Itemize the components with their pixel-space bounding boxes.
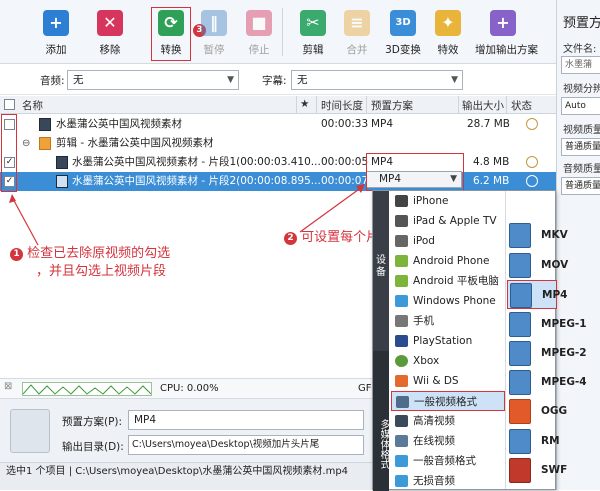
cat-mobile[interactable]: 手机 xyxy=(391,311,505,331)
cat-iphone[interactable]: iPhone xyxy=(391,191,505,211)
swf-icon xyxy=(509,458,531,483)
ipod-icon xyxy=(395,235,408,247)
format-label: MPEG-4 xyxy=(541,376,587,388)
annotation-1-badge: 1 xyxy=(10,248,23,261)
format-mpeg4[interactable]: MPEG-4 xyxy=(507,368,587,397)
cat-label: Windows Phone xyxy=(413,295,496,307)
format-label: MKV xyxy=(541,229,568,241)
format-mov[interactable]: MOV xyxy=(507,251,568,280)
xbox-icon xyxy=(395,355,408,367)
cpu-graph-lines xyxy=(22,384,152,395)
close-x-icon[interactable]: ⊠ xyxy=(4,381,12,392)
format-label: MPEG-1 xyxy=(541,318,587,330)
wii-icon xyxy=(395,375,408,387)
ipad-icon xyxy=(395,215,408,227)
video-file-icon xyxy=(509,253,531,278)
format-label: SWF xyxy=(541,464,568,476)
outdir-input[interactable]: C:\Users\moyea\Desktop\视频加片头片尾 xyxy=(128,435,364,455)
format-rm[interactable]: RM xyxy=(507,427,560,456)
music-note-icon xyxy=(395,455,408,467)
format-label: MPEG-2 xyxy=(541,347,587,359)
format-swf[interactable]: SWF xyxy=(507,456,567,485)
format-mp4[interactable]: MP4 xyxy=(507,280,567,309)
format-ogg[interactable]: OGG xyxy=(507,397,567,426)
cpu-text: CPU: 0.00% xyxy=(160,383,219,394)
phone-icon xyxy=(395,315,408,327)
cat-label: 一般音频格式 xyxy=(413,455,476,467)
cat-windows-phone[interactable]: Windows Phone xyxy=(391,291,505,311)
cat-label: 一般视频格式 xyxy=(414,396,477,408)
cat-playstation[interactable]: PlayStation xyxy=(391,331,505,351)
format-mpeg1[interactable]: MPEG-1 xyxy=(507,310,587,339)
cat-label: Xbox xyxy=(413,355,440,367)
cat-label: Android Phone xyxy=(413,255,490,267)
video-file-icon xyxy=(509,341,531,366)
gpu-text: GF xyxy=(358,383,372,394)
output-settings: 预置方案(P): MP4 输出目录(D): C:\Users\moyea\Des… xyxy=(0,398,372,462)
cat-label: iPhone xyxy=(413,195,449,207)
windows-icon xyxy=(395,295,408,307)
video-file-icon xyxy=(509,370,531,395)
lossless-audio-icon xyxy=(395,475,408,487)
video-format-icon xyxy=(396,396,409,408)
cat-label: iPad & Apple TV xyxy=(413,215,497,227)
annotation-1-line2: ，并且勾选上视频片段 xyxy=(36,264,167,279)
online-video-icon xyxy=(395,435,408,447)
cat-android-tablet[interactable]: Android 平板电脑 xyxy=(391,271,505,291)
video-file-icon xyxy=(509,312,531,337)
format-preview-icon xyxy=(10,409,50,453)
tab-media[interactable]: 多媒体格式 xyxy=(373,351,389,491)
html5-icon xyxy=(509,399,531,424)
cat-general-audio[interactable]: 一般音频格式 xyxy=(391,451,505,471)
cat-ipad[interactable]: iPad & Apple TV xyxy=(391,211,505,231)
format-mkv[interactable]: MKV xyxy=(507,221,568,250)
cat-lossless-audio[interactable]: 无损音频 xyxy=(391,471,505,491)
iphone-icon xyxy=(395,195,408,207)
format-popup: 设备 多媒体格式 iPhone iPad & Apple TV iPod And… xyxy=(372,190,587,491)
cat-hd-video[interactable]: 高清视频 xyxy=(391,411,505,431)
arrow-2-head xyxy=(356,184,365,193)
popup-divider xyxy=(505,191,506,489)
android-icon xyxy=(395,275,408,287)
cat-label: Android 平板电脑 xyxy=(413,275,499,287)
cat-general-video[interactable]: 一般视频格式 xyxy=(391,391,505,411)
status-bar: 选中1 个项目 | C:\Users\moyea\Desktop\水墨蒲公英中国… xyxy=(0,462,372,490)
annotation-2-badge: 2 xyxy=(284,232,297,245)
preset-label: 预置方案(P): xyxy=(62,416,123,428)
cpu-bar: ⊠ CPU: 0.00% GF xyxy=(0,378,372,398)
format-label: MOV xyxy=(541,259,569,271)
video-file-icon xyxy=(509,223,531,248)
cat-label: 在线视频 xyxy=(413,435,455,447)
outdir-label: 输出目录(D): xyxy=(62,441,124,453)
cat-android-phone[interactable]: Android Phone xyxy=(391,251,505,271)
cat-online-video[interactable]: 在线视频 xyxy=(391,431,505,451)
video-file-icon xyxy=(509,429,531,454)
cat-label: 手机 xyxy=(413,315,434,327)
annotation-1-line1: 1 检查已去除原视频的勾选 xyxy=(10,242,170,261)
cat-label: PlayStation xyxy=(413,335,473,347)
format-label: MP4 xyxy=(542,289,568,301)
cat-label: Wii & DS xyxy=(413,375,459,387)
cat-label: iPod xyxy=(413,235,435,247)
hd-icon xyxy=(395,415,408,427)
format-label: OGG xyxy=(541,405,568,417)
format-label: RM xyxy=(541,435,560,447)
bottom-preset-select[interactable]: MP4 xyxy=(128,410,364,430)
tab-device[interactable]: 设备 xyxy=(373,191,389,351)
cat-label: 高清视频 xyxy=(413,415,455,427)
cat-xbox[interactable]: Xbox xyxy=(391,351,505,371)
android-icon xyxy=(395,255,408,267)
video-file-icon xyxy=(510,283,532,308)
cat-wii[interactable]: Wii & DS xyxy=(391,371,505,391)
format-mpeg2[interactable]: MPEG-2 xyxy=(507,339,587,368)
playstation-icon xyxy=(395,335,408,347)
cat-label: 无损音频 xyxy=(413,475,455,487)
annotation-1-text: 检查已去除原视频的勾选 xyxy=(27,246,171,261)
cpu-graph xyxy=(22,382,152,396)
arrow-1 xyxy=(11,196,39,246)
cat-ipod[interactable]: iPod xyxy=(391,231,505,251)
